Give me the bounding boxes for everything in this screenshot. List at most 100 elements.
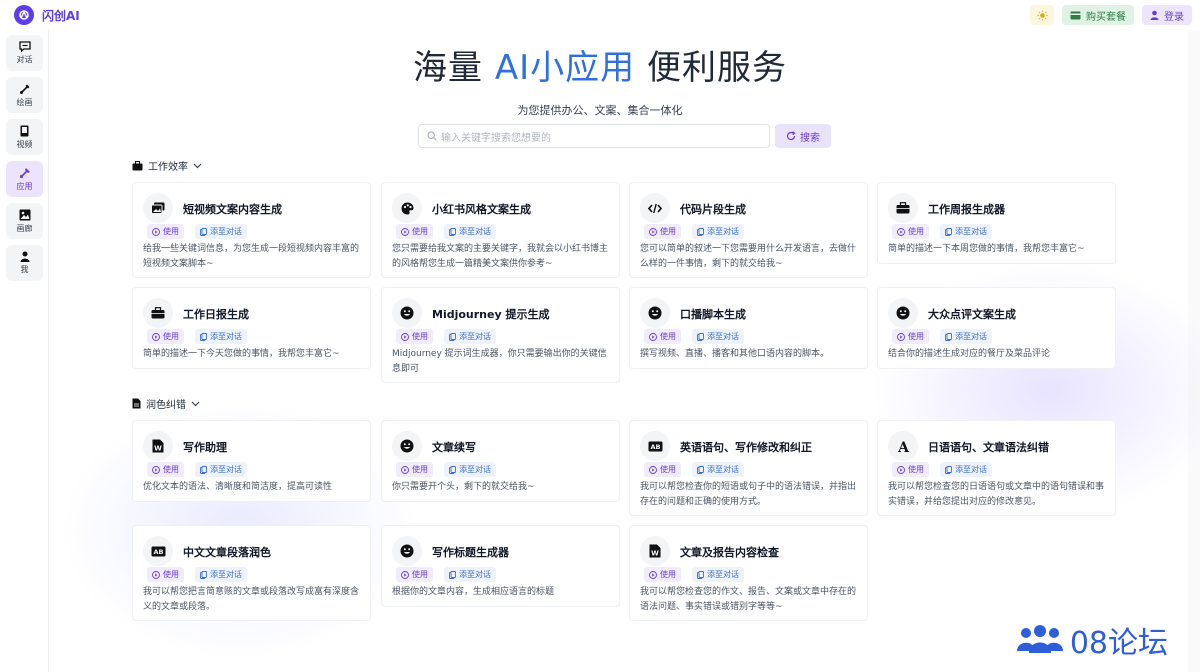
- add-to-chat-label: 添至对话: [955, 465, 987, 474]
- add-to-chat-button[interactable]: 添至对话: [940, 462, 992, 477]
- card-description: 给我一些关键词信息，为您生成一段短视频内容丰富的短视频文案脚本~: [143, 244, 360, 269]
- copy-icon: [449, 332, 456, 341]
- buy-plan-button[interactable]: 购买套餐: [1062, 5, 1134, 25]
- add-to-chat-button[interactable]: 添至对话: [692, 462, 744, 477]
- add-to-chat-button[interactable]: 添至对话: [195, 329, 247, 344]
- login-button[interactable]: 登录: [1142, 5, 1192, 25]
- use-button-label: 使用: [163, 332, 179, 341]
- sidebar-item-gallery[interactable]: 画廊: [6, 203, 43, 239]
- ab-text-icon: AB: [640, 431, 670, 461]
- hero-title: 海量 AI小应用 便利服务: [50, 40, 1150, 89]
- use-button-label: 使用: [660, 227, 676, 236]
- use-button[interactable]: 使用: [644, 224, 681, 239]
- add-to-chat-button[interactable]: 添至对话: [444, 329, 496, 344]
- use-button-label: 使用: [163, 227, 179, 236]
- use-button[interactable]: 使用: [644, 462, 681, 477]
- add-to-chat-button[interactable]: 添至对话: [195, 224, 247, 239]
- search-button[interactable]: 搜索: [775, 124, 831, 148]
- add-to-chat-label: 添至对话: [459, 227, 491, 236]
- use-button[interactable]: 使用: [396, 567, 433, 582]
- briefcase-icon: [888, 193, 918, 223]
- use-button[interactable]: 使用: [147, 224, 184, 239]
- sidebar-item-me[interactable]: 我: [6, 245, 43, 281]
- theme-toggle-button[interactable]: [1030, 5, 1054, 25]
- svg-text:AB: AB: [650, 443, 660, 451]
- sidebar-item-apps[interactable]: 应用: [6, 161, 43, 197]
- search-input[interactable]: 输入关键字搜索您想要的: [418, 124, 770, 148]
- use-button[interactable]: 使用: [892, 224, 929, 239]
- app-card[interactable]: 小红书风格文案生成 使用 添至对话 您只需要给我文案的主要关键字，我就会以小红书博主的…: [381, 182, 620, 278]
- app-card[interactable]: 大众点评文案生成 使用 添至对话 结合你的描述生成对应的餐厅及菜品评论: [877, 287, 1116, 369]
- app-card[interactable]: 工作日报生成 使用 添至对话 简单的描述一下今天您做的事情，我帮您丰富它~: [132, 287, 371, 369]
- add-to-chat-button[interactable]: 添至对话: [195, 462, 247, 477]
- add-to-chat-button[interactable]: 添至对话: [940, 329, 992, 344]
- app-card[interactable]: 口播脚本生成 使用 添至对话 撰写视频、直播、播客和其他口语内容的脚本。: [629, 287, 868, 369]
- smile-icon: [640, 298, 670, 328]
- card-description: 根据你的文章内容，生成相应语言的标题: [392, 587, 555, 597]
- use-button-label: 使用: [660, 570, 676, 579]
- use-button-label: 使用: [163, 465, 179, 474]
- app-card[interactable]: 代码片段生成 使用 添至对话 您可以简单的叙述一下您需要用什么开发语言，去做什么样的一…: [629, 182, 868, 278]
- use-button-label: 使用: [412, 332, 428, 341]
- sidebar-item-draw[interactable]: 绘画: [6, 77, 43, 113]
- card-title: Midjourney 提示生成: [432, 308, 550, 321]
- app-card[interactable]: 短视频文案内容生成 使用 添至对话 给我一些关键词信息，为您生成一段短视频内容丰富的短…: [132, 182, 371, 278]
- use-button-label: 使用: [660, 465, 676, 474]
- use-button[interactable]: 使用: [644, 329, 681, 344]
- use-button-label: 使用: [412, 465, 428, 474]
- add-to-chat-button[interactable]: 添至对话: [692, 567, 744, 582]
- copy-icon: [697, 227, 704, 236]
- section-header-polish[interactable]: 润色纠错: [132, 396, 200, 411]
- add-to-chat-label: 添至对话: [955, 332, 987, 341]
- add-to-chat-button[interactable]: 添至对话: [940, 224, 992, 239]
- app-card[interactable]: Midjourney 提示生成 使用 添至对话 Midjourney 提示词生成器，你…: [381, 287, 620, 383]
- use-button-label: 使用: [412, 570, 428, 579]
- play-circle-icon: [649, 465, 657, 474]
- app-card[interactable]: AB 英语语句、写作修改和纠正 使用 添至对话 我可以帮您检查你的短语或句子中的语法错误…: [629, 420, 868, 516]
- card-title: 口播脚本生成: [680, 308, 746, 321]
- copy-icon: [697, 570, 704, 579]
- app-name: 闪创AI: [42, 8, 80, 23]
- use-button[interactable]: 使用: [892, 462, 929, 477]
- add-to-chat-button[interactable]: 添至对话: [195, 567, 247, 582]
- add-to-chat-button[interactable]: 添至对话: [444, 224, 496, 239]
- section-header-productivity[interactable]: 工作效率: [132, 158, 202, 173]
- play-circle-icon: [897, 227, 905, 236]
- sidebar-item-chat[interactable]: 对话: [6, 35, 43, 71]
- app-card[interactable]: W 写作助理 使用 添至对话 优化文本的语法、清晰度和简洁度，提高可读性: [132, 420, 371, 502]
- add-to-chat-label: 添至对话: [707, 570, 739, 579]
- use-button[interactable]: 使用: [892, 329, 929, 344]
- sidebar-item-video[interactable]: 视频: [6, 119, 43, 155]
- play-circle-icon: [897, 465, 905, 474]
- use-button[interactable]: 使用: [396, 224, 433, 239]
- add-to-chat-label: 添至对话: [707, 227, 739, 236]
- app-card[interactable]: A 日语语句、文章语法纠错 使用 添至对话 我可以帮您检查您的日语语句或文章中的语句错误…: [877, 420, 1116, 516]
- add-to-chat-button[interactable]: 添至对话: [692, 329, 744, 344]
- add-to-chat-button[interactable]: 添至对话: [444, 567, 496, 582]
- play-circle-icon: [152, 465, 160, 474]
- ab-text-icon: AB: [143, 536, 173, 566]
- smile-icon: [392, 431, 422, 461]
- use-button[interactable]: 使用: [147, 462, 184, 477]
- app-card[interactable]: 文章续写 使用 添至对话 你只需要开个头，剩下的就交给我~: [381, 420, 620, 502]
- card-title: 英语语句、写作修改和纠正: [680, 441, 812, 454]
- use-button[interactable]: 使用: [396, 462, 433, 477]
- add-to-chat-button[interactable]: 添至对话: [692, 224, 744, 239]
- use-button[interactable]: 使用: [147, 567, 184, 582]
- search-placeholder: 输入关键字搜索您想要的: [441, 132, 551, 144]
- use-button[interactable]: 使用: [147, 329, 184, 344]
- logo-icon: [14, 5, 34, 25]
- app-card[interactable]: 写作标题生成器 使用 添至对话 根据你的文章内容，生成相应语言的标题: [381, 525, 620, 607]
- app-card[interactable]: W 文章及报告内容检查 使用 添至对话 我可以帮您检查您的作文、报告、文案或文章中存在的…: [629, 525, 868, 621]
- sidebar-item-label: 对话: [16, 55, 33, 64]
- video-icon: [20, 125, 29, 136]
- add-to-chat-button[interactable]: 添至对话: [444, 462, 496, 477]
- watermark: 08论坛: [1016, 618, 1168, 662]
- card-title: 工作周报生成器: [928, 203, 1005, 216]
- use-button[interactable]: 使用: [396, 329, 433, 344]
- use-button[interactable]: 使用: [644, 567, 681, 582]
- app-card[interactable]: AB 中文文章段落润色 使用 添至对话 我可以帮您把言简意赅的文章或段落改写成富有深度含…: [132, 525, 371, 621]
- app-logo[interactable]: 闪创AI: [14, 5, 80, 25]
- add-to-chat-label: 添至对话: [459, 570, 491, 579]
- app-card[interactable]: 工作周报生成器 使用 添至对话 简单的描述一下本周您做的事情，我帮您丰富它~: [877, 182, 1116, 264]
